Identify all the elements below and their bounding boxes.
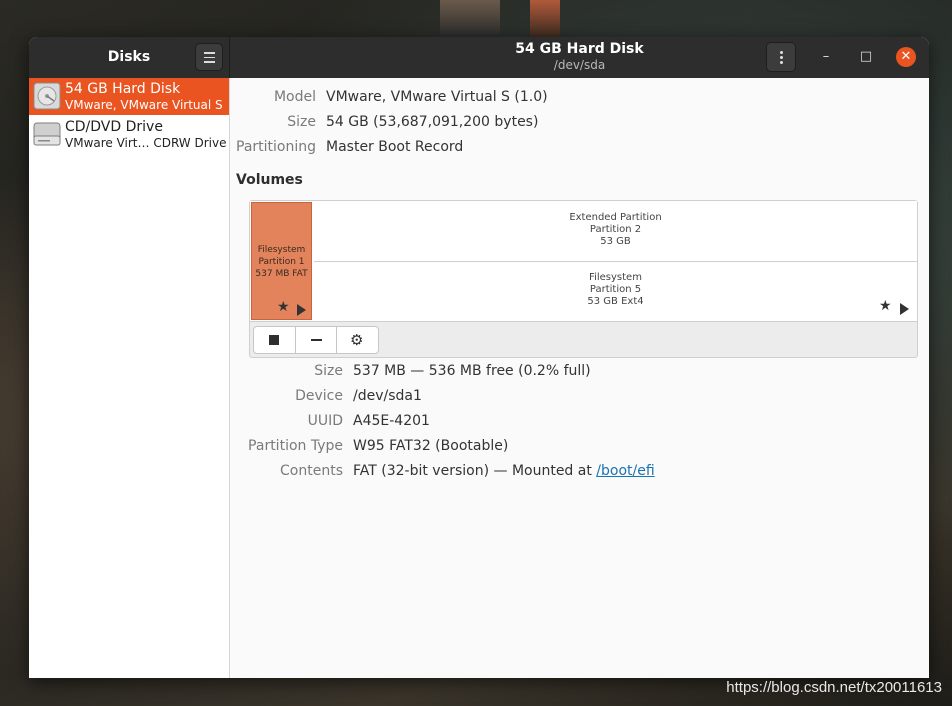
background-light bbox=[440, 0, 500, 38]
drive-list: 54 GB Hard Disk VMware, VMware Virtual S… bbox=[29, 78, 230, 678]
drive-model: VMware Virt… CDRW Drive bbox=[65, 136, 227, 150]
partition-5-size: 53 GB Ext4 bbox=[587, 296, 644, 307]
contents-label: Contents bbox=[280, 463, 343, 479]
mounted-play-icon bbox=[900, 303, 909, 315]
maximize-button[interactable]: □ bbox=[856, 47, 876, 67]
device-value: /dev/sda1 bbox=[353, 388, 422, 404]
device-label: Device bbox=[295, 388, 343, 404]
bootable-star-icon: ★ bbox=[879, 298, 892, 314]
size-label: Size bbox=[287, 114, 316, 130]
extended-partition-size: 53 GB bbox=[600, 236, 631, 247]
volume-toolbar: ⚙ bbox=[253, 326, 379, 354]
partition-5-block[interactable]: Filesystem Partition 5 53 GB Ext4 ★ bbox=[314, 262, 917, 321]
extended-partition-type: Extended Partition bbox=[569, 212, 662, 223]
close-button[interactable]: ✕ bbox=[896, 47, 916, 67]
bootable-star-icon: ★ bbox=[277, 299, 290, 315]
uuid-value: A45E-4201 bbox=[353, 413, 430, 429]
watermark: https://blog.csdn.net/tx20011613 bbox=[726, 679, 942, 696]
drive-item-hard-disk[interactable]: 54 GB Hard Disk VMware, VMware Virtual S bbox=[29, 78, 229, 115]
app-menu-button[interactable] bbox=[195, 43, 223, 71]
drive-options-button[interactable] bbox=[766, 42, 796, 72]
minimize-button[interactable]: – bbox=[816, 47, 836, 67]
sidebar-header: Disks bbox=[29, 37, 230, 78]
delete-partition-button[interactable] bbox=[295, 327, 336, 353]
kebab-menu-icon-dot bbox=[780, 61, 783, 64]
partition-size-label: Size bbox=[314, 363, 343, 379]
partition-5-type: Filesystem bbox=[589, 272, 642, 283]
partition-type-label: Partition Type bbox=[248, 438, 343, 454]
kebab-menu-icon-dot bbox=[780, 56, 783, 59]
extended-partition-block[interactable]: Extended Partition Partition 2 53 GB bbox=[314, 201, 917, 262]
drive-model: VMware, VMware Virtual S bbox=[65, 98, 223, 112]
contents-text: FAT (32-bit version) — Mounted at bbox=[353, 463, 597, 479]
drive-item-cd-dvd[interactable]: CD/DVD Drive VMware Virt… CDRW Drive bbox=[29, 116, 229, 153]
drive-name: CD/DVD Drive bbox=[65, 119, 163, 135]
partition-1-name: Partition 1 bbox=[258, 257, 305, 267]
volume-map: Filesystem Partition 1 537 MB FAT ★ Exte… bbox=[250, 201, 917, 322]
extended-partition-name: Partition 2 bbox=[589, 224, 642, 235]
partition-1-block[interactable]: Filesystem Partition 1 537 MB FAT ★ bbox=[251, 202, 312, 320]
partitioning-label: Partitioning bbox=[236, 139, 316, 155]
background-light-orange bbox=[530, 0, 560, 38]
drive-name: 54 GB Hard Disk bbox=[65, 81, 181, 97]
volumes-panel: Filesystem Partition 1 537 MB FAT ★ Exte… bbox=[249, 200, 918, 358]
partition-1-type: Filesystem bbox=[257, 245, 306, 255]
kebab-menu-icon bbox=[780, 51, 783, 54]
uuid-label: UUID bbox=[307, 413, 343, 429]
volumes-heading: Volumes bbox=[236, 172, 303, 188]
unmount-button[interactable] bbox=[254, 327, 295, 353]
header-bar: Disks 54 GB Hard Disk /dev/sda – □ ✕ bbox=[29, 37, 929, 78]
partitioning-value: Master Boot Record bbox=[326, 139, 464, 155]
gears-icon: ⚙ bbox=[350, 331, 364, 349]
hard-disk-icon bbox=[33, 82, 61, 110]
disks-window: Disks 54 GB Hard Disk /dev/sda – □ ✕ 54 … bbox=[29, 37, 929, 678]
partition-size-value: 537 MB — 536 MB free (0.2% full) bbox=[353, 363, 591, 379]
partition-options-button[interactable]: ⚙ bbox=[336, 327, 378, 353]
optical-drive-icon bbox=[33, 122, 61, 146]
mount-point-link[interactable]: /boot/efi bbox=[596, 463, 654, 479]
mounted-play-icon bbox=[297, 304, 306, 316]
hamburger-icon-line bbox=[204, 61, 215, 63]
drive-details: Model VMware, VMware Virtual S (1.0) Siz… bbox=[230, 78, 929, 678]
model-value: VMware, VMware Virtual S (1.0) bbox=[326, 89, 548, 105]
hamburger-icon bbox=[204, 52, 215, 54]
size-value: 54 GB (53,687,091,200 bytes) bbox=[326, 114, 539, 130]
partition-5-name: Partition 5 bbox=[589, 284, 642, 295]
partition-type-value: W95 FAT32 (Bootable) bbox=[353, 438, 509, 454]
hamburger-icon-line bbox=[204, 56, 215, 58]
minus-icon bbox=[311, 339, 322, 341]
stop-icon bbox=[269, 335, 279, 345]
contents-value: FAT (32-bit version) — Mounted at /boot/… bbox=[353, 463, 655, 479]
partition-1-size: 537 MB FAT bbox=[255, 269, 308, 279]
model-label: Model bbox=[273, 89, 316, 105]
